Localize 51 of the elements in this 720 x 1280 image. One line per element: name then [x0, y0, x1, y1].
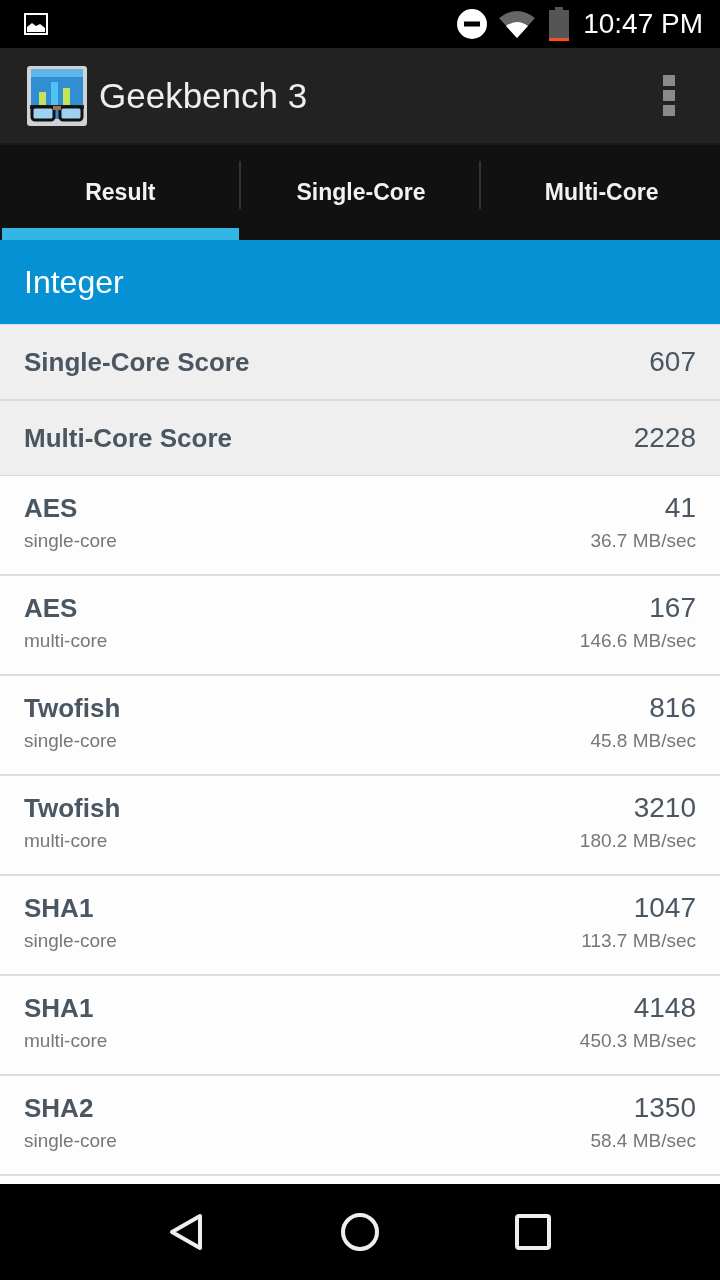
- home-icon[interactable]: [339, 1211, 381, 1253]
- score-value: 607: [649, 346, 696, 378]
- benchmark-mode: single-core: [24, 529, 117, 553]
- tab[interactable]: Single-Core: [242, 145, 480, 240]
- result-row[interactable]: AES 41 single-core 36.7 MB/sec: [0, 476, 720, 576]
- score-label: Multi-Core Score: [24, 422, 233, 454]
- section-title: Integer: [24, 263, 124, 301]
- benchmark-mode: single-core: [24, 929, 117, 953]
- overflow-menu-icon[interactable]: [662, 74, 676, 117]
- benchmark-rate: 58.4 MB/sec: [590, 1129, 696, 1153]
- benchmark-rate: 180.2 MB/sec: [579, 829, 696, 853]
- benchmark-mode: multi-core: [24, 629, 108, 653]
- benchmark-mode: single-core: [24, 1129, 117, 1153]
- benchmark-score: 41: [664, 491, 696, 525]
- benchmark-name: Twofish: [24, 692, 121, 725]
- result-row[interactable]: SHA1 4148 multi-core 450.3 MB/sec: [0, 976, 720, 1076]
- score-value: 2228: [633, 422, 696, 454]
- benchmark-name: SHA1: [24, 892, 94, 925]
- benchmark-name: AES: [24, 492, 78, 525]
- benchmark-score: 167: [649, 591, 696, 625]
- bar-chart-glasses-icon: [27, 65, 87, 126]
- wifi-icon: [499, 10, 536, 38]
- benchmark-score: 816: [649, 691, 696, 725]
- benchmark-rate: 45.8 MB/sec: [590, 729, 696, 753]
- app-title: Geekbench 3: [99, 75, 309, 116]
- do-not-disturb-icon: [457, 9, 488, 39]
- benchmark-score: 3210: [633, 791, 696, 825]
- benchmark-mode: single-core: [24, 729, 117, 753]
- battery-icon: [549, 7, 570, 41]
- score-label: Single-Core Score: [24, 346, 250, 378]
- benchmark-name: SHA1: [24, 992, 94, 1025]
- benchmark-mode: multi-core: [24, 829, 108, 853]
- result-row[interactable]: Twofish 3210 multi-core 180.2 MB/sec: [0, 776, 720, 876]
- benchmark-rate: 450.3 MB/sec: [579, 1029, 696, 1053]
- benchmark-rate: 113.7 MB/sec: [581, 929, 696, 953]
- benchmark-score: 4148: [633, 991, 696, 1025]
- image-icon: [24, 13, 48, 35]
- result-row[interactable]: Twofish 816 single-core 45.8 MB/sec: [0, 676, 720, 776]
- benchmark-mode: multi-core: [24, 1029, 108, 1053]
- benchmark-score: 1047: [633, 891, 696, 925]
- result-row[interactable]: SHA1 1047 single-core 113.7 MB/sec: [0, 876, 720, 976]
- benchmark-rate: 36.7 MB/sec: [590, 529, 696, 553]
- result-row[interactable]: AES 167 multi-core 146.6 MB/sec: [0, 576, 720, 676]
- benchmark-name: Twofish: [24, 792, 121, 825]
- benchmark-rate: 146.6 MB/sec: [579, 629, 696, 653]
- benchmark-name: AES: [24, 592, 78, 625]
- result-row[interactable]: SHA2 1350 single-core 58.4 MB/sec: [0, 1076, 720, 1176]
- tab[interactable]: Multi-Core: [483, 145, 720, 240]
- benchmark-name: SHA2: [24, 1092, 94, 1125]
- benchmark-score: 1350: [633, 1091, 696, 1125]
- clock-time: 10:47 PM: [583, 8, 703, 40]
